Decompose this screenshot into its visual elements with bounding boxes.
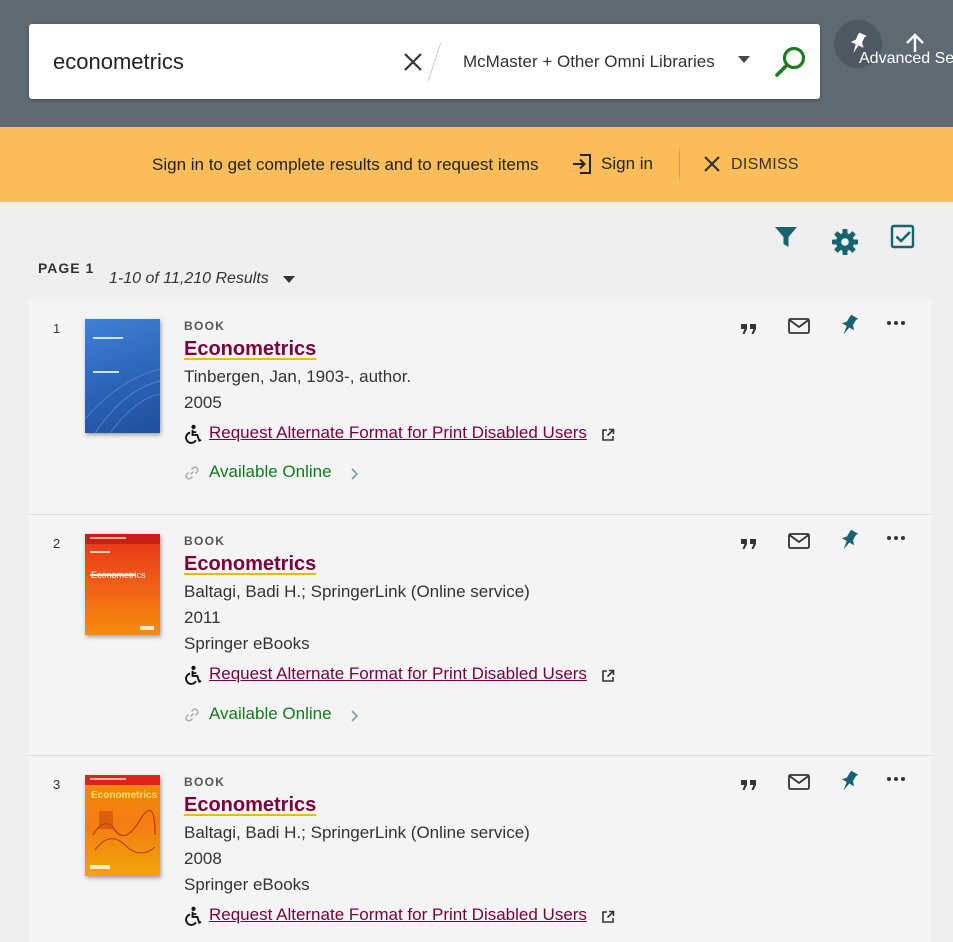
banner-divider xyxy=(679,149,680,179)
request-alternate-format-link[interactable]: Request Alternate Format for Print Disab… xyxy=(184,905,624,929)
email-envelope-icon[interactable] xyxy=(786,313,812,339)
select-items-checkbox-icon[interactable] xyxy=(888,222,918,252)
link-icon xyxy=(185,708,199,722)
chevron-right-icon xyxy=(351,468,359,480)
result-year: 2008 xyxy=(184,849,222,868)
result-title-link[interactable]: Econometrics xyxy=(184,338,316,361)
result-item[interactable]: 2 Econometrics BOOK Econometrics Baltagi… xyxy=(29,515,931,756)
result-author: Baltagi, Badi H.; SpringerLink (Online s… xyxy=(184,582,530,601)
external-link-icon xyxy=(602,910,615,923)
request-link-label: Request Alternate Format for Print Disab… xyxy=(209,423,587,442)
book-cover-image[interactable]: Econometrics xyxy=(85,775,160,876)
citation-quote-icon[interactable] xyxy=(736,315,762,341)
result-number: 2 xyxy=(53,536,61,551)
results-list: 1 BOOK Econometrics Tinbergen, Jan, 1903… xyxy=(29,300,931,942)
settings-gear-icon[interactable] xyxy=(830,227,860,257)
request-alternate-format-link[interactable]: Request Alternate Format for Print Disab… xyxy=(184,664,624,688)
request-link-label: Request Alternate Format for Print Disab… xyxy=(209,905,587,924)
cover-art xyxy=(85,337,160,433)
result-collection: Springer eBooks xyxy=(184,875,310,894)
search-icon[interactable] xyxy=(773,44,809,80)
search-input[interactable] xyxy=(53,44,393,80)
citation-quote-icon[interactable] xyxy=(736,771,762,797)
availability-status: Available Online xyxy=(209,462,332,481)
email-envelope-icon[interactable] xyxy=(786,769,812,795)
result-title-link[interactable]: Econometrics xyxy=(184,794,316,817)
signin-label: Sign in xyxy=(601,154,653,173)
filter-icon[interactable] xyxy=(771,222,801,252)
more-actions-icon[interactable] xyxy=(883,766,909,792)
request-link-label: Request Alternate Format for Print Disab… xyxy=(209,664,587,683)
result-author: Tinbergen, Jan, 1903-, author. xyxy=(184,367,412,386)
result-type: BOOK xyxy=(184,534,226,548)
result-number: 1 xyxy=(53,321,61,336)
wheelchair-accessibility-icon xyxy=(185,424,202,444)
availability-status: Available Online xyxy=(209,704,332,723)
available-online-link[interactable]: Available Online xyxy=(184,704,364,728)
banner-message: Sign in to get complete results and to r… xyxy=(152,155,539,174)
advanced-search-label: Advanced Se xyxy=(859,50,953,67)
result-type: BOOK xyxy=(184,319,226,333)
signin-icon xyxy=(573,154,591,174)
scope-caret-icon[interactable] xyxy=(738,56,750,63)
search-scope-select[interactable]: McMaster + Other Omni Libraries xyxy=(463,52,715,72)
search-box: McMaster + Other Omni Libraries xyxy=(29,24,820,99)
more-actions-icon[interactable] xyxy=(883,525,909,551)
external-link-icon xyxy=(602,428,615,441)
link-icon xyxy=(185,466,199,480)
pin-record-icon[interactable] xyxy=(836,312,862,338)
wheelchair-accessibility-icon xyxy=(185,665,202,685)
citation-quote-icon[interactable] xyxy=(736,530,762,556)
more-actions-icon[interactable] xyxy=(883,310,909,336)
result-number: 3 xyxy=(53,777,61,792)
search-divider xyxy=(427,42,442,82)
wheelchair-accessibility-icon xyxy=(185,906,202,926)
close-icon xyxy=(704,156,720,172)
pin-record-icon[interactable] xyxy=(836,527,862,553)
email-envelope-icon[interactable] xyxy=(786,528,812,554)
result-title-link[interactable]: Econometrics xyxy=(184,553,316,576)
cover-title-text: Econometrics xyxy=(91,790,158,801)
result-count-caret-icon[interactable] xyxy=(283,276,295,283)
page-label: PAGE 1 xyxy=(38,260,95,276)
available-online-link[interactable]: Available Online xyxy=(184,462,364,486)
result-count[interactable]: 1-10 of 11,210 Results xyxy=(109,270,269,288)
top-search-bar: McMaster + Other Omni Libraries Advanced… xyxy=(0,0,953,127)
result-collection: Springer eBooks xyxy=(184,634,310,653)
result-year: 2005 xyxy=(184,393,222,412)
pin-record-icon[interactable] xyxy=(836,768,862,794)
cover-art xyxy=(85,534,160,630)
request-alternate-format-link[interactable]: Request Alternate Format for Print Disab… xyxy=(184,423,624,447)
book-cover-image[interactable]: Econometrics xyxy=(85,534,160,635)
cover-title-text: Econometrics xyxy=(91,570,146,580)
result-author: Baltagi, Badi H.; SpringerLink (Online s… xyxy=(184,823,530,842)
clear-search-icon[interactable] xyxy=(401,50,425,74)
dismiss-label: DISMISS xyxy=(731,156,799,173)
external-link-icon xyxy=(602,669,615,682)
result-type: BOOK xyxy=(184,775,226,789)
advanced-search-button[interactable]: Advanced Se xyxy=(859,32,953,72)
result-item[interactable]: 1 BOOK Econometrics Tinbergen, Jan, 1903… xyxy=(29,300,931,515)
result-item[interactable]: 3 Econometrics BOOK Econometrics Baltagi… xyxy=(29,756,931,942)
book-cover-image[interactable] xyxy=(85,319,160,433)
signin-banner: Sign in to get complete results and to r… xyxy=(0,127,953,202)
chevron-right-icon xyxy=(351,710,359,722)
result-year: 2011 xyxy=(184,608,221,627)
